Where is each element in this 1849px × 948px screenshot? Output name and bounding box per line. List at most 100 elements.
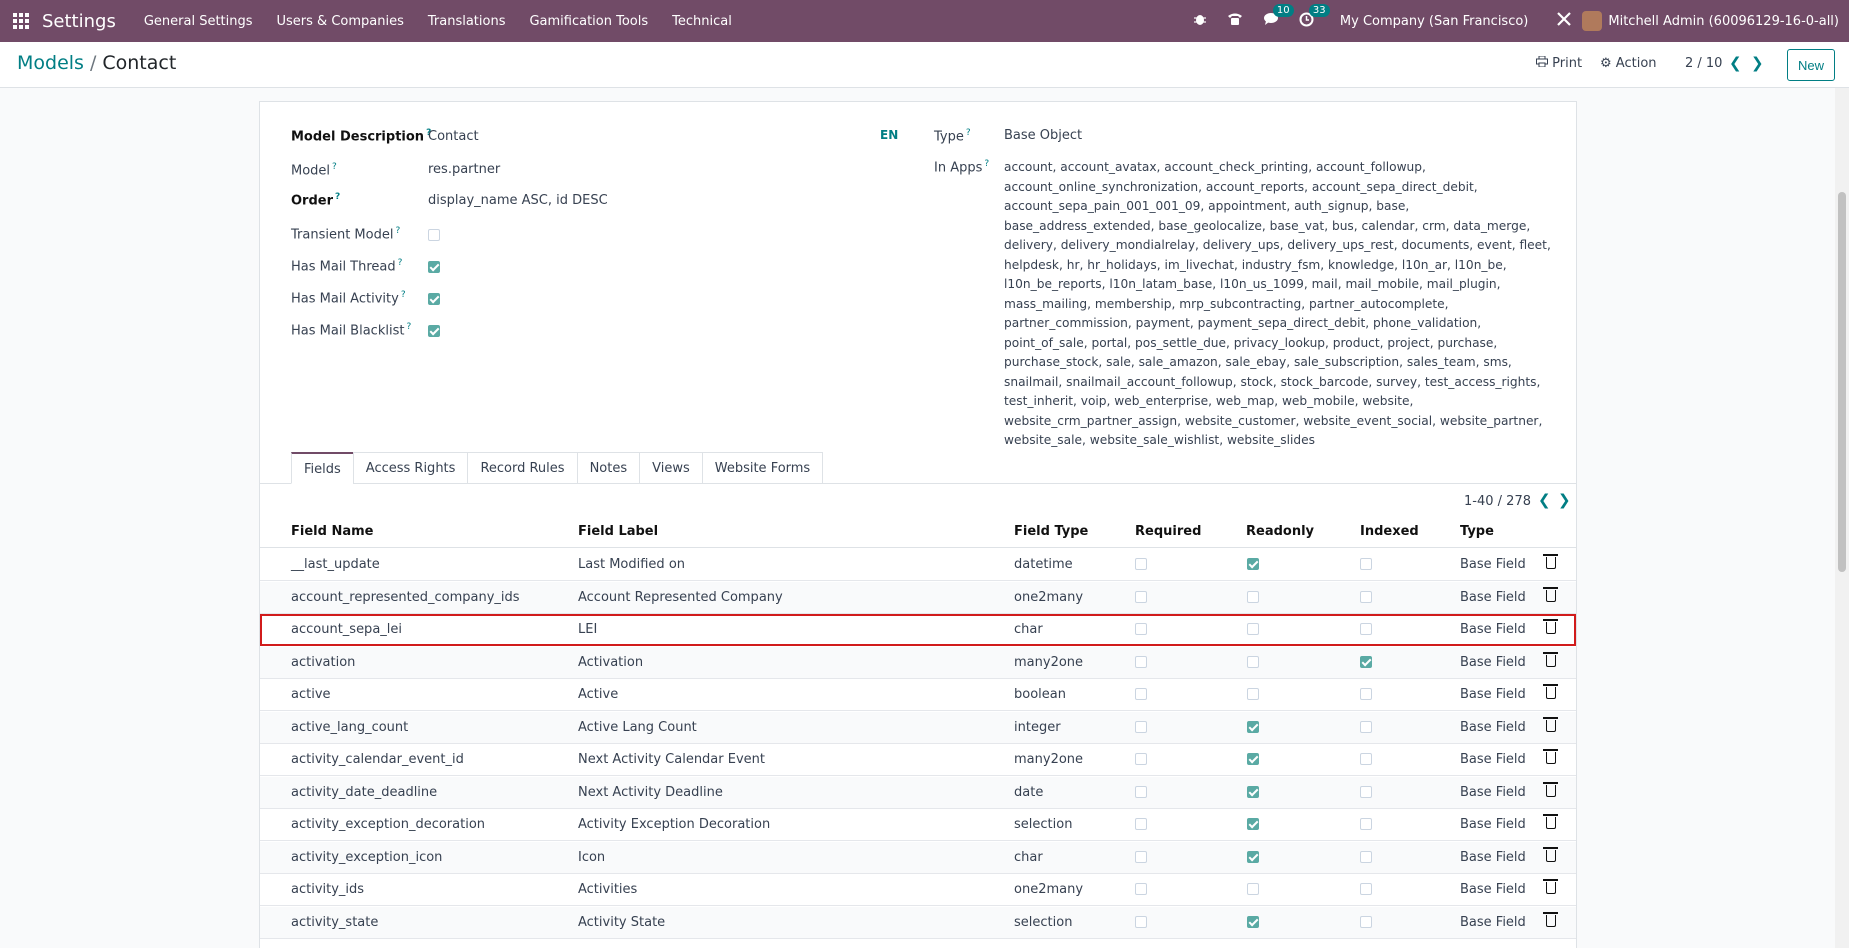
list-prev-chevron-icon[interactable]: ❮ [1538,491,1551,509]
trash-icon[interactable] [1543,749,1558,764]
required-checkbox[interactable] [1135,590,1147,603]
menu-gamification-tools[interactable]: Gamification Tools [529,14,648,29]
trash-icon[interactable] [1543,911,1558,927]
table-row[interactable]: activation Activation many2one Base Field [260,646,1576,679]
order-field[interactable]: display_name ASC, id DESC [428,193,608,208]
activities-clock-icon[interactable]: 33 [1299,3,1330,31]
required-checkbox[interactable] [1135,688,1147,700]
table-row[interactable]: activity_calendar_event_id Next Activity … [260,744,1576,776]
trash-icon[interactable] [1543,716,1558,732]
trash-icon[interactable] [1543,619,1558,634]
readonly-checkbox[interactable] [1247,785,1259,798]
menu-translations[interactable]: Translations [428,14,506,29]
readonly-checkbox[interactable] [1247,623,1259,635]
tab-access-rights[interactable]: Access Rights [352,452,469,484]
user-menu[interactable]: Mitchell Admin (60096129-16-0-all) [1608,14,1839,29]
bug-icon[interactable] [1193,12,1207,30]
readonly-checkbox[interactable] [1247,720,1259,733]
breadcrumb-models[interactable]: Models [17,52,84,74]
required-checkbox[interactable] [1135,785,1147,798]
messages-icon[interactable]: 10 [1263,4,1294,30]
tab-fields[interactable]: Fields [291,452,354,484]
required-checkbox[interactable] [1135,883,1147,895]
mail-thread-checkbox[interactable] [428,261,440,273]
indexed-checkbox[interactable] [1360,558,1372,570]
required-checkbox[interactable] [1135,623,1147,635]
print-button[interactable]: Print [1536,55,1582,71]
indexed-checkbox[interactable] [1360,688,1372,700]
trash-icon[interactable] [1543,651,1558,667]
list-next-chevron-icon[interactable]: ❯ [1558,491,1571,509]
readonly-checkbox[interactable] [1247,753,1259,765]
table-row[interactable]: activity_date_deadline Next Activity Dead… [260,776,1576,809]
table-row[interactable]: activity_ids Activities one2many Base Field [260,874,1576,906]
new-button[interactable]: New [1786,49,1835,81]
readonly-checkbox[interactable] [1247,590,1259,603]
col-type[interactable]: Type [1460,524,1494,539]
indexed-checkbox[interactable] [1360,818,1372,830]
readonly-checkbox[interactable] [1247,655,1259,668]
indexed-checkbox[interactable] [1360,720,1372,733]
readonly-checkbox[interactable] [1247,850,1259,863]
readonly-checkbox[interactable] [1247,818,1259,830]
help-icon[interactable]: ? [406,322,411,332]
page-scrollbar[interactable] [1835,88,1849,948]
help-icon[interactable]: ? [332,162,337,172]
help-icon[interactable]: ? [395,226,400,236]
table-row[interactable]: activity_state Activity State selection Bas… [260,906,1576,939]
user-avatar[interactable] [1582,11,1603,31]
phone-icon[interactable] [1227,12,1243,30]
trash-icon[interactable] [1543,846,1558,862]
trash-icon[interactable] [1543,586,1558,602]
readonly-checkbox[interactable] [1247,688,1259,700]
language-button[interactable]: EN [880,128,898,142]
indexed-checkbox[interactable] [1360,590,1372,603]
col-indexed[interactable]: Indexed [1360,524,1419,539]
readonly-checkbox[interactable] [1247,883,1259,895]
model-description-field[interactable]: Contact [428,129,479,144]
pager-next-chevron-icon[interactable]: ❯ [1751,54,1764,72]
table-row[interactable]: __last_update Last Modified on datetime Bas… [260,549,1576,581]
trash-icon[interactable] [1543,684,1558,699]
indexed-checkbox[interactable] [1360,623,1372,635]
trash-icon[interactable] [1543,554,1558,569]
help-icon[interactable]: ? [984,159,989,169]
indexed-checkbox[interactable] [1360,915,1372,928]
required-checkbox[interactable] [1135,915,1147,928]
pager-prev-chevron-icon[interactable]: ❮ [1729,54,1742,72]
required-checkbox[interactable] [1135,558,1147,570]
readonly-checkbox[interactable] [1247,558,1259,570]
table-row[interactable]: activity_exception_icon Icon char Base Fiel… [260,841,1576,874]
indexed-checkbox[interactable] [1360,850,1372,863]
required-checkbox[interactable] [1135,850,1147,863]
col-field-label[interactable]: Field Label [578,524,658,539]
table-row[interactable]: active_lang_count Active Lang Count intege… [260,711,1576,744]
col-readonly[interactable]: Readonly [1246,524,1314,539]
trash-icon[interactable] [1543,814,1558,829]
tab-views[interactable]: Views [639,452,703,484]
col-field-type[interactable]: Field Type [1014,524,1088,539]
mail-blacklist-checkbox[interactable] [428,325,440,337]
required-checkbox[interactable] [1135,720,1147,733]
table-row[interactable]: account_sepa_lei LEI char Base Field [260,614,1576,646]
table-row[interactable]: activity_exception_decoration Activity Ex… [260,809,1576,841]
help-icon[interactable]: ? [966,128,971,138]
menu-general-settings[interactable]: General Settings [144,14,253,29]
tools-icon[interactable] [1556,11,1572,31]
transient-model-checkbox[interactable] [428,229,440,241]
required-checkbox[interactable] [1135,818,1147,830]
help-icon[interactable]: ? [401,290,406,300]
app-brand[interactable]: Settings [42,11,116,32]
menu-technical[interactable]: Technical [672,14,732,29]
company-switcher[interactable]: My Company (San Francisco) [1340,14,1528,29]
table-row[interactable]: active Active boolean Base Field [260,679,1576,711]
trash-icon[interactable] [1543,879,1558,894]
required-checkbox[interactable] [1135,655,1147,668]
readonly-checkbox[interactable] [1247,915,1259,928]
list-pager[interactable]: 1-40 / 278 [1464,494,1531,509]
required-checkbox[interactable] [1135,753,1147,765]
tab-record-rules[interactable]: Record Rules [467,452,578,484]
trash-icon[interactable] [1543,781,1558,797]
help-icon[interactable]: ? [335,192,340,202]
indexed-checkbox[interactable] [1360,883,1372,895]
